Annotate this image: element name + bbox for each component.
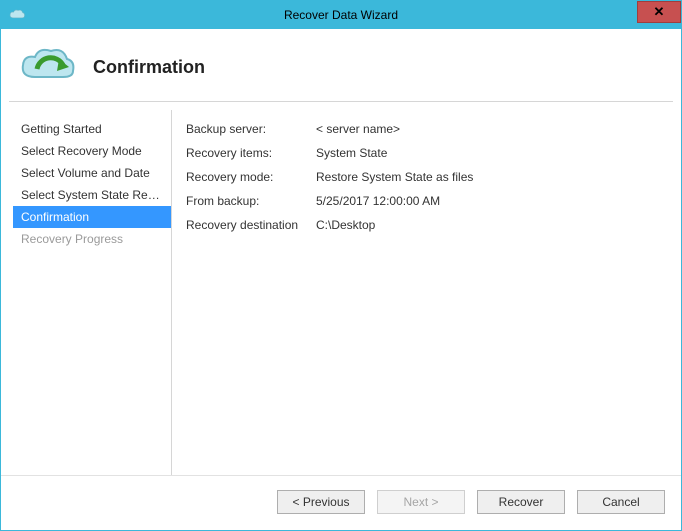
window-title: Recover Data Wizard <box>1 8 681 22</box>
sidebar-item-confirmation[interactable]: Confirmation <box>13 206 171 228</box>
wizard-header: Confirmation <box>1 29 681 101</box>
wizard-footer: < Previous Next > Recover Cancel <box>1 475 681 530</box>
close-button[interactable]: ✕ <box>637 1 681 23</box>
cancel-button[interactable]: Cancel <box>577 490 665 514</box>
sidebar-item-select-volume-date[interactable]: Select Volume and Date <box>13 162 171 184</box>
row-backup-server: Backup server: < server name> <box>186 122 661 136</box>
value-recovery-destination: C:\Desktop <box>316 218 375 232</box>
sidebar-divider <box>171 110 172 475</box>
recover-button[interactable]: Recover <box>477 490 565 514</box>
label-from-backup: From backup: <box>186 194 316 208</box>
sidebar-item-getting-started[interactable]: Getting Started <box>13 118 171 140</box>
value-backup-server: < server name> <box>316 122 400 136</box>
row-recovery-mode: Recovery mode: Restore System State as f… <box>186 170 661 184</box>
page-title: Confirmation <box>93 57 205 78</box>
next-button: Next > <box>377 490 465 514</box>
previous-button[interactable]: < Previous <box>277 490 365 514</box>
wizard-body: Getting Started Select Recovery Mode Sel… <box>1 102 681 475</box>
sidebar-item-select-recovery-mode[interactable]: Select Recovery Mode <box>13 140 171 162</box>
value-from-backup: 5/25/2017 12:00:00 AM <box>316 194 440 208</box>
label-backup-server: Backup server: <box>186 122 316 136</box>
sidebar-item-recovery-progress: Recovery Progress <box>13 228 171 250</box>
label-recovery-items: Recovery items: <box>186 146 316 160</box>
row-from-backup: From backup: 5/25/2017 12:00:00 AM <box>186 194 661 208</box>
label-recovery-destination: Recovery destination <box>186 218 316 232</box>
close-icon: ✕ <box>654 4 665 20</box>
app-cloud-icon <box>9 9 25 21</box>
sidebar-item-select-system-state[interactable]: Select System State Reco... <box>13 184 171 206</box>
value-recovery-mode: Restore System State as files <box>316 170 473 184</box>
confirmation-panel: Backup server: < server name> Recovery i… <box>180 110 673 475</box>
value-recovery-items: System State <box>316 146 387 160</box>
cloud-recover-icon <box>19 47 75 87</box>
label-recovery-mode: Recovery mode: <box>186 170 316 184</box>
row-recovery-items: Recovery items: System State <box>186 146 661 160</box>
titlebar: Recover Data Wizard ✕ <box>1 1 681 29</box>
row-recovery-destination: Recovery destination C:\Desktop <box>186 218 661 232</box>
wizard-steps-sidebar: Getting Started Select Recovery Mode Sel… <box>13 110 171 475</box>
